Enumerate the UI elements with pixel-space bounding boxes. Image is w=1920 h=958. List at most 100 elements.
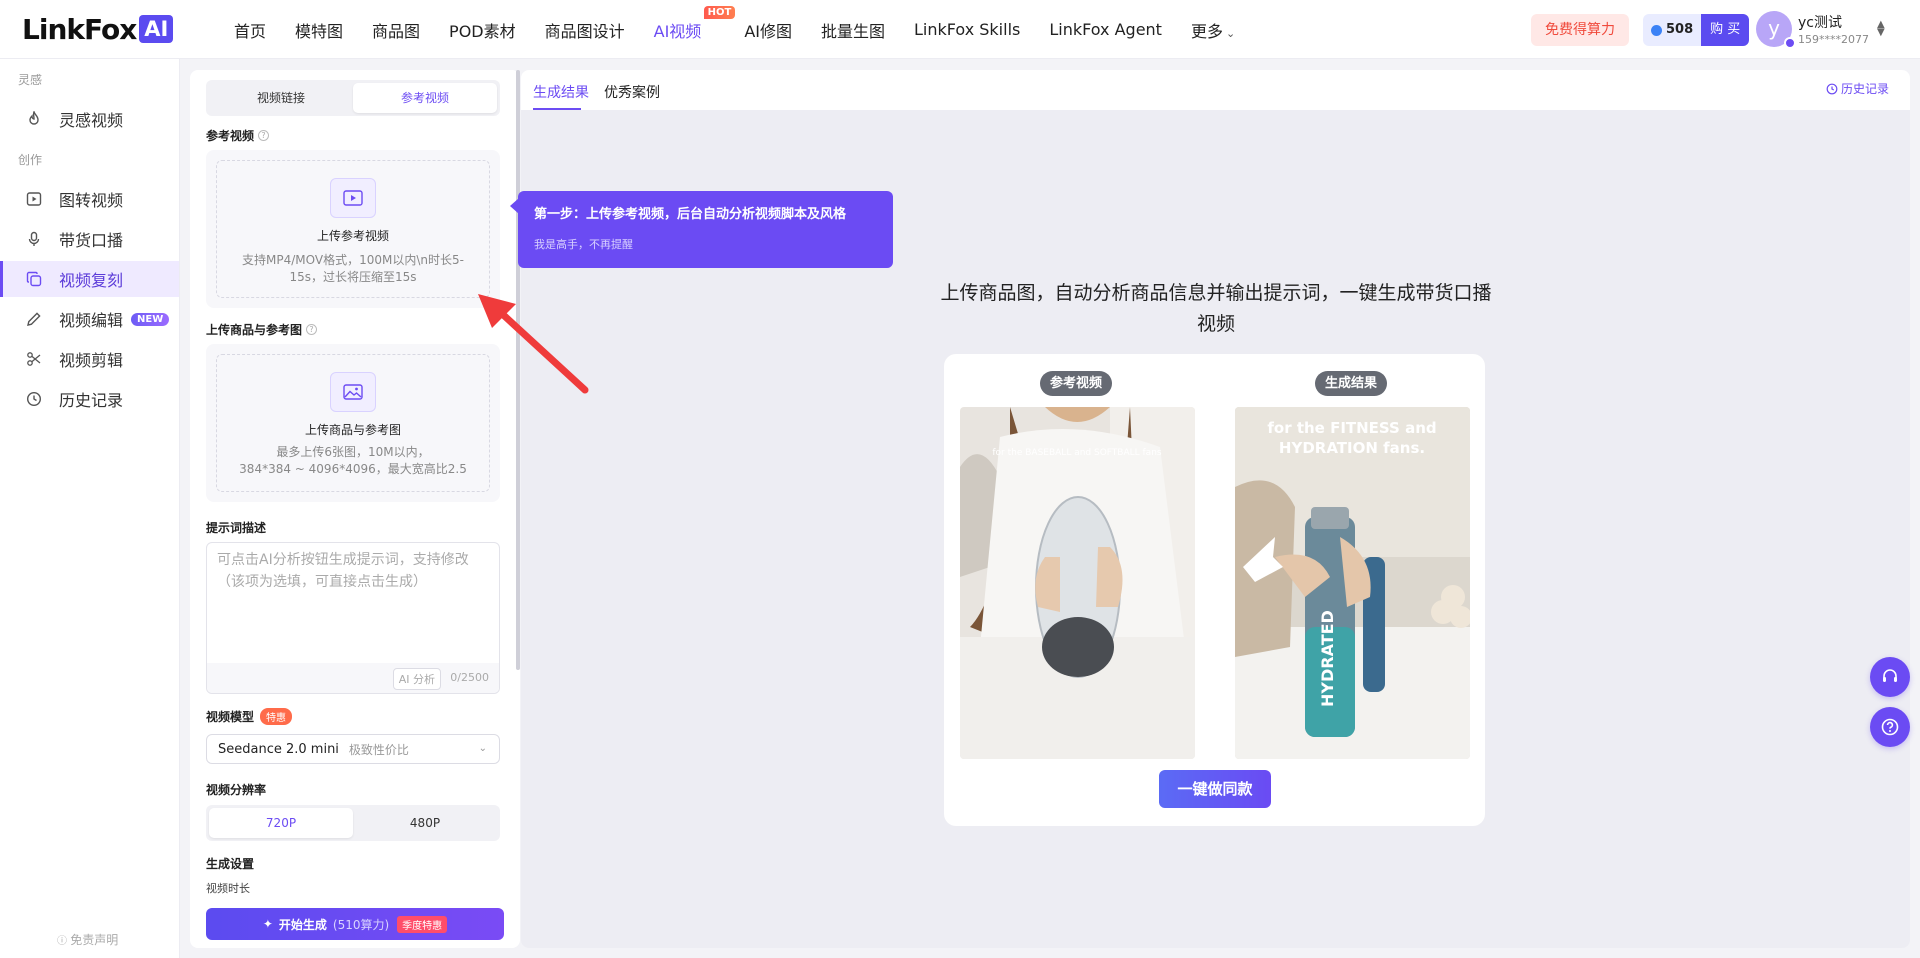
sidebar-item-video-replicate[interactable]: 视频复刻 [0,261,179,297]
reference-video-image: for the BASEBALL and SOFTBALL fans [960,407,1195,759]
mode-switch: 视频链接 参考视频 [206,80,500,116]
sort-arrows-icon: ▲ ▼ [1877,19,1885,38]
make-same-button[interactable]: 一键做同款 [1159,770,1271,808]
ref-upload-desc: 支持MP4/MOV格式，100M以内\n时长5-15s，过长将压缩至15s [242,253,464,284]
duration-label: 视频时长 [206,882,250,895]
arrow-annotation [478,294,589,394]
ai-analyze-button[interactable]: AI 分析 [392,668,441,690]
help-icon[interactable]: ? [258,130,270,141]
tooltip-title: 第一步：上传参考视频，后台自动分析视频脚本及风格 [534,207,847,222]
ref-video-pill: 参考视频 [1040,371,1113,396]
buy-button[interactable]: 购 买 [1701,14,1750,46]
product-upload-desc-2: 384*384 ~ 4096*4096，最大宽高比2.5 [239,462,467,476]
clock-icon [1826,83,1838,94]
product-upload-title: 上传商品与参考图 [304,423,401,437]
sidebar-item-history[interactable]: 历史记录 [0,381,179,417]
avatar: y [1756,11,1796,49]
customer-service-button[interactable] [1870,657,1910,697]
resolution-480p[interactable]: 480P [353,808,497,838]
product-image-upload[interactable]: 上传商品与参考图 最多上传6张图，10M以内， 384*384 ~ 4096*4… [206,344,500,502]
sidebar-item-video-edit[interactable]: 视频编辑 NEW [0,301,179,337]
ref-upload-title: 上传参考视频 [316,229,389,243]
generate-label: 开始生成 [278,917,327,932]
headset-icon [1883,669,1897,682]
char-count: 0/2500 [450,671,489,684]
ref-video-label: 参考视频? [206,127,270,144]
chevron-down-icon: ⌄ [1225,26,1236,40]
nav-more-label: 更多 [1190,21,1223,41]
scissors-icon [25,350,43,368]
nav-ai-retouch[interactable]: AI修图 [744,18,792,42]
tab-showcase[interactable]: 优秀案例 [604,82,660,102]
free-credits-button[interactable]: 免费得算力 [1531,14,1629,46]
start-generate-button[interactable]: ✦ 开始生成 (510算力) 季度特惠 [206,908,504,940]
vip-icon [1784,37,1796,49]
play-square-icon [25,190,43,208]
help-icon[interactable]: ? [306,324,318,335]
form-panel: 视频链接 参考视频 参考视频? 上传参考视频 支持MP4/MOV格式，100M以… [190,70,520,948]
reference-video-thumbnail[interactable]: for the BASEBALL and SOFTBALL fans [960,407,1195,759]
nav-ai-video-label: AI视频 [653,21,702,41]
product-dropzone[interactable]: 上传商品与参考图 最多上传6张图，10M以内， 384*384 ~ 4096*4… [216,354,490,492]
nav-product-design[interactable]: 商品图设计 [545,18,625,42]
user-menu[interactable]: y yc测试 159****2077 ▲ ▼ [1756,11,1885,49]
info-icon: ⓘ [57,936,71,947]
model-label: 视频模型 特惠 [206,708,293,725]
tab-results[interactable]: 生成结果 [533,82,589,102]
model-label-text: 视频模型 [206,710,255,724]
chevron-down-icon: ⌄ [478,743,487,754]
nav-more[interactable]: 更多 ⌄ [1191,18,1235,42]
active-tab-indicator [533,108,581,110]
tooltip-dismiss-link[interactable]: 我是高手，不再提醒 [534,236,877,252]
nav-agent[interactable]: LinkFox Agent [1049,20,1162,39]
prompt-footer: AI 分析 0/2500 [207,663,499,693]
tab-reference-video[interactable]: 参考视频 [353,83,497,113]
nav-model-image[interactable]: 模特图 [295,18,343,42]
nav-product-image[interactable]: 商品图 [372,18,420,42]
ref-video-dropzone[interactable]: 上传参考视频 支持MP4/MOV格式，100M以内\n时长5-15s，过长将压缩… [216,160,490,298]
model-select[interactable]: Seedance 2.0 mini 极致性价比 ⌄ [206,734,500,764]
history-link[interactable]: 历史记录 [1826,80,1889,97]
user-info: yc测试 159****2077 [1798,12,1869,46]
logo-ai-badge: AI [139,15,174,43]
sidebar-item-label: 视频剪辑 [59,351,124,370]
sidebar-group-create: 创作 [18,153,43,167]
model-subtitle: 极致性价比 [348,742,409,757]
nav-skills[interactable]: LinkFox Skills [914,20,1020,39]
hot-badge: HOT [703,5,736,19]
help-button[interactable] [1870,707,1910,747]
nav-home[interactable]: 首页 [234,18,266,42]
video-upload-icon [330,178,376,218]
new-badge: NEW [131,312,170,326]
nav-batch[interactable]: 批量生图 [821,18,885,42]
result-pill: 生成结果 [1315,371,1388,396]
sidebar-item-label: 视频复刻 [59,271,124,290]
sidebar-item-image-to-video[interactable]: 图转视频 [0,181,179,217]
resolution-label: 视频分辨率 [206,783,267,797]
sidebar-item-label: 图转视频 [59,191,124,210]
credits-widget: 508 购 买 [1643,14,1750,46]
sidebar-item-label: 灵感视频 [59,111,124,130]
tab-video-link[interactable]: 视频链接 [209,83,353,113]
sidebar-item-live-selling[interactable]: 带货口播 [0,221,179,257]
logo[interactable]: LinkFox AI [22,13,174,46]
result-overlay-line-2: HYDRATION fans. [1279,439,1425,457]
nav-ai-video[interactable]: AI视频 HOT [653,5,736,42]
top-navbar: LinkFox AI 首页 模特图 商品图 POD素材 商品图设计 AI视频 HO… [0,0,1920,59]
sidebar-item-inspiration-video[interactable]: 灵感视频 [0,101,179,137]
sidebar-item-video-cut[interactable]: 视频剪辑 [0,341,179,377]
example-card: 参考视频 生成结果 for the BASEBALL and SOFTBALL … [944,354,1485,826]
resolution-720p[interactable]: 720P [209,808,353,838]
sidebar: 灵感 灵感视频 创作 图转视频 带货口播 视频复刻 视频编辑 NEW 视频剪辑 … [0,59,180,958]
headline: 上传商品图，自动分析商品信息并输出提示词，一键生成带货口播视频 [940,282,1492,335]
nav-pod[interactable]: POD素材 [449,18,516,42]
magic-wand-icon: ✦ [262,917,273,931]
result-video-thumbnail[interactable]: HYDRATED for the FITNESS and HYDRATION f… [1235,407,1470,759]
ref-video-upload[interactable]: 上传参考视频 支持MP4/MOV格式，100M以内\n时长5-15s，过长将压缩… [206,150,500,308]
clock-icon [25,390,43,408]
prompt-placeholder: 可点击AI分析按钮生成提示词，支持修改（该项为选填，可直接点击生成） [217,552,469,590]
disclaimer-link[interactable]: ⓘ 免责声明 [57,931,118,948]
credit-balance: 508 [1643,14,1702,46]
image-upload-icon [330,372,376,412]
prompt-textarea[interactable]: 可点击AI分析按钮生成提示词，支持修改（该项为选填，可直接点击生成） AI 分析… [206,542,500,694]
